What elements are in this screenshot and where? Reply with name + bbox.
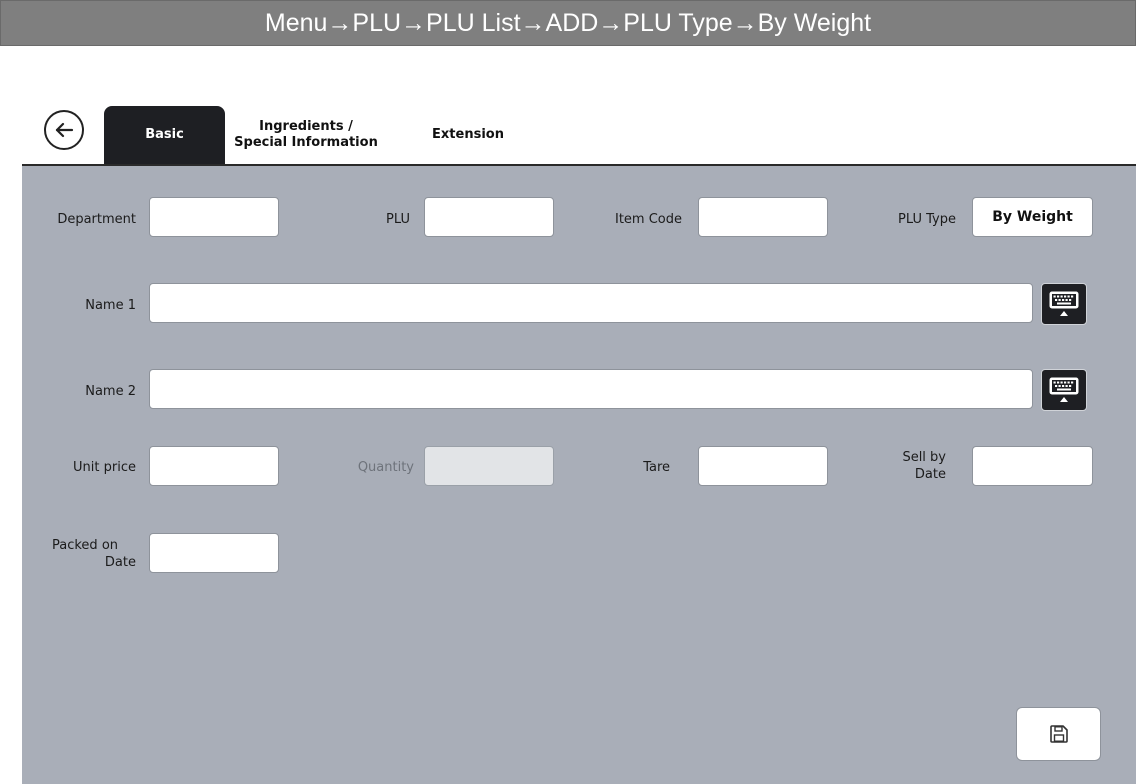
name2-label: Name 2 <box>85 384 136 399</box>
unit-price-field[interactable] <box>149 446 279 486</box>
department-label: Department <box>57 212 136 227</box>
tab-basic[interactable]: Basic <box>104 106 225 164</box>
breadcrumb: Menu→PLU→PLU List→ADD→PLU Type→By Weight <box>0 0 1136 46</box>
back-button[interactable] <box>44 110 84 150</box>
plu-field[interactable] <box>424 197 554 237</box>
department-field[interactable] <box>149 197 279 237</box>
packed-on-date-field[interactable] <box>149 533 279 573</box>
sell-by-date-label: Sell by Date <box>846 449 946 483</box>
unit-price-label: Unit price <box>73 460 136 475</box>
name1-keyboard-button[interactable] <box>1041 283 1087 325</box>
name1-field[interactable] <box>149 283 1033 323</box>
sell-by-date-field[interactable] <box>972 446 1093 486</box>
tab-basic-label: Basic <box>145 127 184 142</box>
keyboard-icon <box>1049 377 1079 402</box>
packed-on-date-label: Packed on Date <box>30 537 136 571</box>
floppy-disk-icon <box>1049 725 1068 743</box>
plu-type-field[interactable]: By Weight <box>972 197 1093 237</box>
sell-by-date-label-line2: Date <box>914 467 946 482</box>
save-button[interactable] <box>1016 707 1101 761</box>
plu-type-label: PLU Type <box>898 212 956 227</box>
packed-on-date-label-line2: Date <box>104 555 136 570</box>
name2-keyboard-button[interactable] <box>1041 369 1087 411</box>
name1-label: Name 1 <box>85 298 136 313</box>
item-code-field[interactable] <box>698 197 828 237</box>
tare-label: Tare <box>643 460 670 475</box>
tab-ingredients-label-line2: Special Information <box>234 135 378 150</box>
packed-on-date-label-line1: Packed on <box>52 538 119 553</box>
tare-field[interactable] <box>698 446 828 486</box>
plu-label: PLU <box>386 212 410 227</box>
sell-by-date-label-line1: Sell by <box>902 450 946 465</box>
keyboard-icon <box>1049 291 1079 316</box>
tab-extension[interactable]: Extension <box>404 106 532 164</box>
quantity-field <box>424 446 554 486</box>
tab-ingredients-label-line1: Ingredients / <box>259 119 353 134</box>
item-code-label: Item Code <box>614 212 682 227</box>
tab-extension-label: Extension <box>432 127 504 142</box>
tab-ingredients[interactable]: Ingredients / Special Information <box>226 106 386 164</box>
back-arrow-icon <box>55 122 74 138</box>
quantity-label: Quantity <box>357 460 414 475</box>
name2-field[interactable] <box>149 369 1033 409</box>
